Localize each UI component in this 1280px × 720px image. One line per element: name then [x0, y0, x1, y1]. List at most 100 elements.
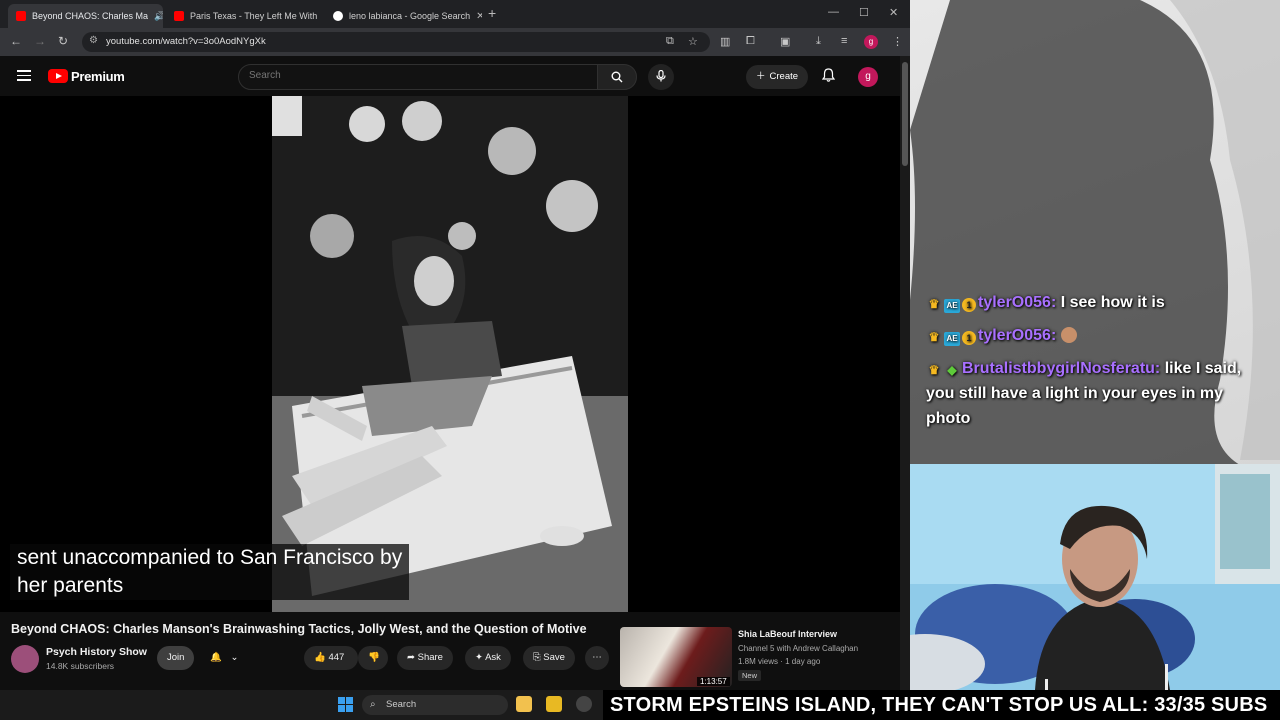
tab-beyond-chaos[interactable]: Beyond CHAOS: Charles Ma 🔊 ✕: [8, 4, 163, 28]
new-tab-icon[interactable]: +: [488, 5, 496, 21]
webcam-image: [865, 464, 1280, 690]
minimize-icon[interactable]: —: [828, 6, 839, 18]
channel-avatar[interactable]: [11, 645, 39, 673]
windows-start-icon[interactable]: [338, 697, 353, 712]
bookmark-star-icon[interactable]: ☆: [688, 35, 698, 48]
scrollbar-thumb[interactable]: [902, 62, 908, 166]
bell-icon: 🔔: [210, 652, 222, 663]
close-window-icon[interactable]: ✕: [889, 6, 898, 19]
hand-emoji-icon: [1060, 327, 1077, 343]
sub-badge-icon: AE: [944, 299, 960, 313]
omnibox[interactable]: ⚙ youtube.com/watch?v=3o0AodNYgXk: [82, 32, 710, 52]
reading-list-icon[interactable]: ▥: [720, 35, 730, 48]
reload-icon[interactable]: ↻: [58, 34, 68, 48]
taskbar-search[interactable]: ⌕ Search: [362, 695, 508, 715]
microphone-button[interactable]: [648, 64, 674, 90]
screenshot-icon[interactable]: ▣: [780, 35, 790, 48]
speaker-icon[interactable]: 🔊: [154, 11, 163, 22]
crown-badge-icon: ♛: [928, 363, 940, 377]
join-button[interactable]: Join: [157, 646, 195, 670]
stream-ticker: STORM EPSTEINS ISLAND, THEY CAN'T STOP U…: [603, 690, 1280, 720]
tab-paris-texas[interactable]: Paris Texas - They Left Me With ✕: [166, 4, 318, 28]
more-actions-button[interactable]: ⋯: [585, 646, 609, 670]
share-arrow-icon: ➦: [407, 652, 415, 663]
crown-badge-icon: ♛: [928, 297, 940, 311]
like-button[interactable]: 👍 447: [304, 646, 358, 670]
forward-arrow-icon[interactable]: →: [34, 34, 46, 48]
create-button[interactable]: ＋ Create: [746, 65, 809, 89]
download-icon[interactable]: ⤓: [816, 35, 821, 48]
youtube-logo-icon[interactable]: [48, 69, 68, 83]
app-4k-icon[interactable]: [576, 696, 592, 712]
recommended-meta: 1.8M views · 1 day ago: [738, 657, 821, 666]
create-label: Create: [769, 71, 799, 82]
search-icon: [611, 71, 623, 83]
youtube-favicon-icon: [174, 11, 184, 21]
chat-message: ♛ AE 1 tylerO056: I see how it is: [926, 290, 1266, 315]
search-input[interactable]: [249, 70, 579, 81]
file-explorer-icon[interactable]: [516, 696, 532, 712]
account-avatar[interactable]: g: [858, 67, 878, 87]
dislike-button[interactable]: 👎: [358, 646, 388, 670]
video-frame-photo: [272, 96, 628, 612]
browser-menu-icon[interactable]: ⋮: [892, 35, 903, 48]
tab-label: Beyond CHAOS: Charles Ma: [32, 11, 149, 21]
maximize-icon[interactable]: ☐: [859, 6, 869, 19]
tab-label: Paris Texas - They Left Me With: [190, 11, 318, 21]
chat-message: ♛ AE 1 tylerO056:: [926, 323, 1266, 348]
bookmark-icon: ⎘: [533, 652, 541, 663]
tab-label: leno labianca - Google Search: [349, 11, 471, 21]
chevron-down-icon: ⌄: [230, 652, 239, 663]
tab-bar: Beyond CHAOS: Charles Ma 🔊 ✕ Paris Texas…: [0, 0, 910, 28]
youtube-favicon-icon: [16, 11, 26, 21]
site-info-icon[interactable]: ⚙: [89, 35, 98, 46]
recommended-duration: 1:13:57: [697, 677, 730, 686]
cast-icon[interactable]: ⧉: [666, 35, 674, 48]
youtube-brand[interactable]: Premium: [71, 69, 125, 84]
search-button[interactable]: [597, 64, 637, 90]
thumbs-up-icon: 👍: [314, 652, 326, 663]
ask-button[interactable]: ✦ Ask: [465, 646, 511, 670]
recommended-title[interactable]: Shia LaBeouf Interview: [738, 629, 837, 639]
address-bar: ← → ↻ ⚙ youtube.com/watch?v=3o0AodNYgXk …: [0, 28, 910, 56]
page-scrollbar[interactable]: [900, 56, 910, 690]
plus-icon: ＋: [756, 71, 766, 82]
microphone-icon: [656, 69, 666, 82]
sparkle-icon: ✦: [475, 652, 483, 663]
save-button[interactable]: ⎘ Save: [523, 646, 575, 670]
youtube-header: Premium ＋ Create g: [0, 56, 900, 96]
ask-label: Ask: [485, 652, 501, 663]
taskbar-search-label: Search: [386, 699, 417, 710]
video-player[interactable]: sent unaccompanied to San Francisco by h…: [0, 96, 900, 612]
chat-username: BrutalistbbygirlNosferatu:: [962, 360, 1161, 377]
search-box: [238, 64, 598, 90]
tier-one-badge-icon: 1: [962, 298, 976, 312]
caption-line: her parents: [17, 574, 124, 597]
share-label: Share: [417, 652, 443, 663]
subtitle-caption: sent unaccompanied to San Francisco by h…: [10, 544, 410, 600]
like-count: 447: [328, 652, 345, 663]
app-icon[interactable]: [546, 696, 562, 712]
caption-line: sent unaccompanied to San Francisco by: [17, 546, 403, 569]
webcam-feed: [865, 464, 1280, 690]
menu-icon[interactable]: [17, 70, 31, 84]
notifications-bell-icon[interactable]: [821, 68, 836, 85]
browser-profile-avatar[interactable]: g: [864, 35, 878, 49]
recommended-channel[interactable]: Channel 5 with Andrew Callaghan: [738, 644, 858, 653]
chat-username: tylerO056:: [978, 327, 1057, 344]
crown-badge-icon: ♛: [928, 330, 940, 344]
google-favicon-icon: [333, 11, 343, 21]
share-button[interactable]: ➦ Share: [397, 646, 453, 670]
save-label: Save: [543, 652, 565, 663]
tab-google-search[interactable]: leno labianca - Google Search ✕: [325, 4, 482, 28]
gem-badge-icon: ◆: [947, 363, 957, 377]
vintage-photo-image: [272, 96, 628, 612]
subscription-bell-button[interactable]: 🔔 ⌄: [200, 646, 252, 670]
channel-name[interactable]: Psych History Show: [46, 646, 147, 658]
close-tab-icon[interactable]: ✕: [476, 11, 482, 22]
tier-one-badge-icon: 1: [962, 331, 976, 345]
extensions-icon[interactable]: ⧠: [746, 35, 755, 48]
thumbs-down-icon: 👎: [368, 652, 380, 663]
media-control-icon[interactable]: ≡: [841, 35, 847, 47]
back-arrow-icon[interactable]: ←: [10, 34, 22, 48]
